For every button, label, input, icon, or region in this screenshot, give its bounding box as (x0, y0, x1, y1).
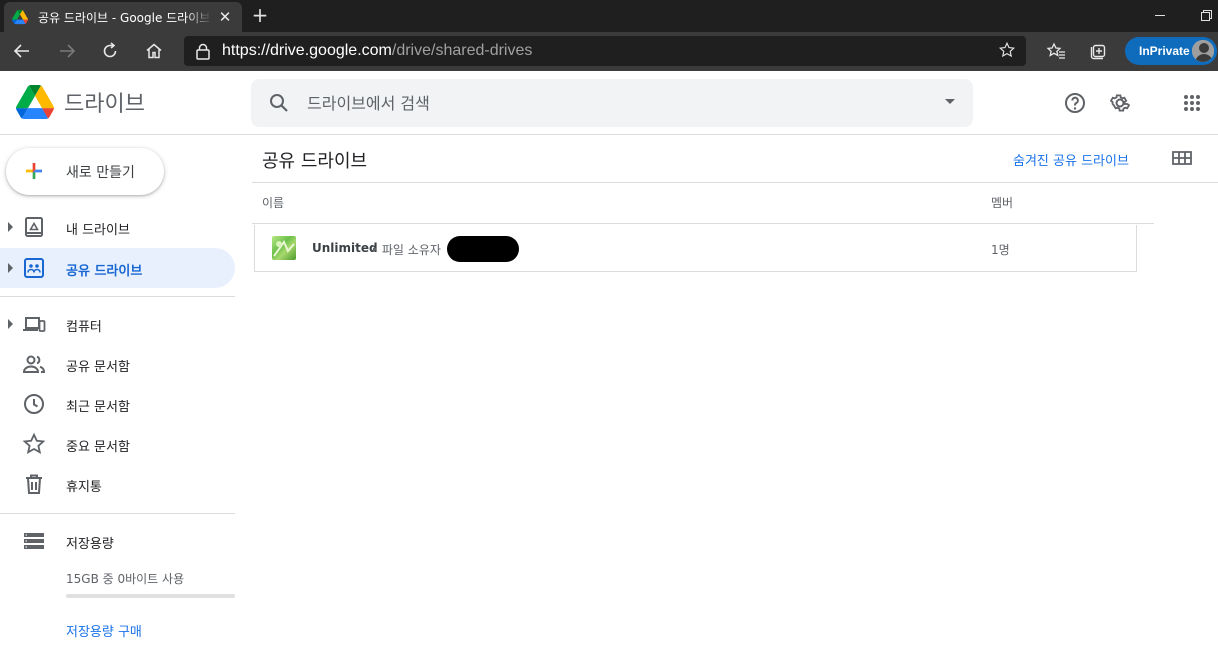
sidebar-item-label: 최근 문서함 (66, 400, 130, 415)
drive-header: 드라이브 (0, 71, 1218, 135)
column-header-members: 멤버 (991, 196, 1014, 210)
sidebar-item-computers[interactable]: 컴퓨터 (0, 304, 235, 344)
main-divider (252, 182, 1218, 183)
tab-title: 공유 드라이브 - Google 드라이브 (38, 10, 211, 25)
sidebar-item-label: 내 드라이브 (66, 223, 130, 238)
collections-icon[interactable] (1083, 36, 1115, 66)
people-icon (22, 355, 46, 373)
shared-drive-row[interactable]: Unlimited • 파일 소유자 1명 (254, 225, 1137, 272)
my-drive-icon (25, 217, 43, 237)
back-icon[interactable] (6, 36, 38, 66)
url-host: https://drive.google.com (222, 42, 392, 59)
browser-titlebar: 공유 드라이브 - Google 드라이브 ✕ + (0, 0, 1218, 32)
sidebar-item-shared-drives[interactable]: 공유 드라이브 (0, 248, 235, 288)
settings-gear-icon[interactable] (1100, 83, 1140, 123)
shared-drives-icon (24, 258, 44, 278)
tab-close-icon[interactable]: ✕ (216, 8, 234, 26)
redacted-owner (447, 236, 519, 262)
sidebar-item-recent[interactable]: 최근 문서함 (0, 384, 235, 424)
drive-favicon-icon (12, 9, 28, 25)
sidebar-item-label: 휴지통 (66, 480, 102, 495)
computers-icon (23, 317, 46, 332)
help-icon[interactable] (1055, 83, 1095, 123)
sidebar-item-label: 컴퓨터 (66, 320, 102, 335)
shared-drive-name: Unlimited (312, 241, 378, 255)
sidebar-item-my-drive[interactable]: 내 드라이브 (0, 207, 235, 247)
new-button[interactable]: 새로 만들기 (6, 148, 164, 195)
drive-logo-icon[interactable] (16, 85, 54, 119)
sidebar-item-trash[interactable]: 휴지통 (0, 464, 235, 504)
sidebar-divider (0, 513, 235, 514)
shared-drive-owner: • 파일 소유자 (371, 243, 441, 257)
new-button-label: 새로 만들기 (66, 165, 135, 181)
sidebar-item-label: 저장용량 (66, 537, 114, 552)
expand-arrow-icon[interactable] (8, 319, 13, 329)
search-input[interactable] (307, 79, 907, 127)
expand-arrow-icon[interactable] (8, 263, 13, 273)
sidebar-item-shared-with-me[interactable]: 공유 문서함 (0, 344, 235, 384)
storage-icon (24, 533, 44, 549)
grid-view-icon[interactable] (1170, 146, 1194, 170)
clock-icon (24, 394, 44, 414)
inprivate-badge[interactable]: InPrivate (1125, 37, 1217, 65)
inprivate-label: InPrivate (1139, 44, 1190, 58)
favorite-star-icon[interactable] (998, 41, 1016, 59)
lock-icon (196, 43, 210, 60)
url-text: https://drive.google.com/drive/shared-dr… (222, 42, 532, 60)
browser-toolbar: https://drive.google.com/drive/shared-dr… (0, 32, 1218, 71)
column-header-name[interactable]: 이름 (262, 194, 284, 211)
apps-grid-icon[interactable] (1172, 83, 1212, 123)
sidebar-item-storage[interactable]: 저장용량 (0, 521, 235, 561)
buy-storage-link[interactable]: 저장용량 구매 (66, 621, 142, 640)
shared-drive-members: 1명 (991, 243, 1010, 257)
sidebar-item-label: 중요 문서함 (66, 440, 130, 455)
browser-tab[interactable]: 공유 드라이브 - Google 드라이브 ✕ (4, 2, 242, 32)
profile-avatar-icon (1192, 40, 1214, 62)
sidebar-item-starred[interactable]: 중요 문서함 (0, 424, 235, 464)
new-tab-icon[interactable]: + (248, 4, 272, 28)
search-bar[interactable] (251, 79, 973, 127)
search-options-dropdown-icon[interactable] (945, 99, 955, 104)
url-path: /drive/shared-drives (391, 42, 533, 59)
address-bar[interactable]: https://drive.google.com/drive/shared-dr… (184, 36, 1026, 66)
favorites-icon[interactable] (1040, 36, 1072, 66)
star-icon (22, 432, 46, 454)
search-icon[interactable] (267, 91, 291, 115)
expand-arrow-icon[interactable] (8, 222, 13, 232)
drive-logo-text[interactable]: 드라이브 (64, 86, 145, 118)
home-icon[interactable] (138, 36, 170, 66)
restore-icon[interactable] (1186, 2, 1218, 28)
minimize-icon[interactable] (1140, 2, 1180, 28)
trash-icon (26, 474, 42, 494)
forward-icon[interactable] (51, 36, 83, 66)
sidebar-item-label: 공유 드라이브 (66, 264, 143, 279)
table-header-divider (252, 223, 1154, 224)
sidebar-item-label: 공유 문서함 (66, 360, 130, 375)
plus-icon (26, 163, 42, 179)
shared-drive-thumbnail (272, 236, 296, 260)
hidden-shared-drives-link[interactable]: 숨겨진 공유 드라이브 (1013, 150, 1129, 169)
storage-usage-text: 15GB 중 0바이트 사용 (66, 572, 185, 586)
page-title: 공유 드라이브 (262, 151, 368, 172)
sidebar-divider (0, 296, 235, 297)
refresh-icon[interactable] (94, 36, 126, 66)
storage-usage-bar (66, 594, 235, 598)
